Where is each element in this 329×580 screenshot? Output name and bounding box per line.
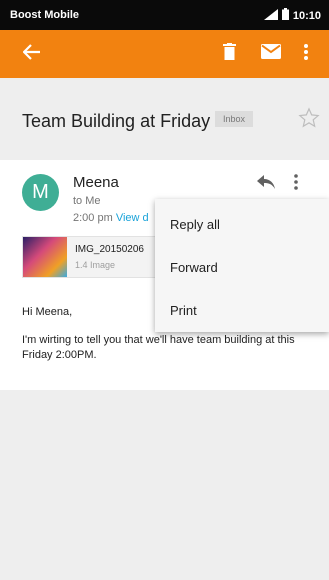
- time-line: 2:00 pm View d: [73, 212, 149, 224]
- status-bar: Boost Mobile 10:10: [0, 0, 329, 30]
- attachment-thumbnail: [23, 237, 67, 277]
- subject-header: Team Building at Friday Inbox: [0, 78, 329, 160]
- sender-name: Meena: [73, 174, 119, 191]
- trash-icon: [222, 43, 236, 65]
- arrow-left-icon: [22, 43, 41, 65]
- view-details-link[interactable]: View d: [116, 212, 149, 224]
- menu-item-forward[interactable]: Forward: [155, 246, 329, 289]
- overflow-menu: Reply all Forward Print: [155, 199, 329, 332]
- app-bar: [0, 30, 329, 78]
- more-options-button[interactable]: [294, 30, 318, 78]
- mail-icon: [261, 44, 281, 64]
- carrier-name: Boost Mobile: [10, 9, 80, 21]
- inbox-label[interactable]: Inbox: [215, 111, 254, 127]
- signal-icon: [263, 8, 278, 23]
- avatar[interactable]: M: [22, 174, 59, 211]
- attachment-name: IMG_20150206: [75, 244, 144, 255]
- clock: 10:10: [292, 9, 321, 22]
- email-subject: Team Building at Friday: [22, 111, 211, 131]
- back-button[interactable]: [14, 30, 50, 78]
- star-icon[interactable]: [298, 107, 320, 129]
- battery-icon: [281, 8, 289, 23]
- mark-unread-button[interactable]: [254, 30, 288, 78]
- message-time: 2:00 pm: [73, 212, 113, 224]
- recipient-line: to Me: [73, 195, 101, 207]
- email-greeting: Hi Meena,: [22, 306, 73, 318]
- empty-background: [0, 390, 329, 580]
- more-vert-icon: [304, 43, 308, 65]
- reply-icon[interactable]: [256, 174, 278, 194]
- menu-item-print[interactable]: Print: [155, 289, 329, 332]
- attachment-meta: 1.4 Image: [75, 260, 116, 270]
- menu-item-reply-all[interactable]: Reply all: [155, 203, 329, 246]
- email-body: I'm wirting to tell you that we'll have …: [22, 334, 295, 361]
- delete-button[interactable]: [214, 30, 244, 78]
- attachment-card[interactable]: IMG_20150206 1.4 Image: [22, 236, 162, 278]
- message-more-icon[interactable]: [294, 174, 312, 194]
